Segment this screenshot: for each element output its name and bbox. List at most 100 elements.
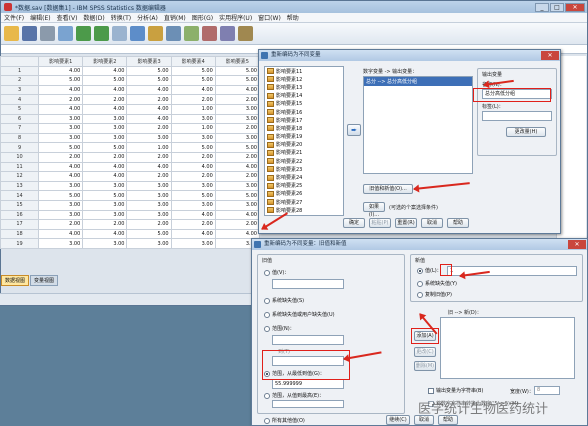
row-number[interactable]: 16 (0, 209, 40, 221)
data-cell[interactable]: 4.00 (82, 161, 128, 173)
old-new-close-button[interactable]: ✕ (568, 240, 586, 249)
data-cell[interactable]: 4.00 (82, 228, 128, 240)
variable-list-item[interactable]: 影响要素17 (265, 116, 343, 124)
new-system-missing-radio[interactable]: 系统缺失值(Y) (417, 280, 457, 287)
data-cell[interactable]: 1.00 (170, 123, 216, 134)
data-cell[interactable]: 4.00 (170, 228, 216, 240)
data-cell[interactable]: 2.00 (214, 151, 261, 163)
range-highest-radio[interactable]: 范围，从值到最高(E)： (264, 392, 324, 399)
row-number[interactable]: 4 (0, 94, 40, 105)
data-cell[interactable]: 4.00 (170, 209, 216, 221)
old-value-field[interactable] (272, 279, 344, 289)
menu-help[interactable]: 帮助 (287, 13, 299, 22)
data-cell[interactable]: 3.00 (170, 199, 216, 211)
data-cell[interactable]: 2.00 (82, 219, 128, 230)
menu-file[interactable]: 文件(F) (4, 13, 24, 22)
data-cell[interactable]: 3.00 (38, 238, 84, 249)
variable-list-item[interactable]: 影响要素16 (265, 108, 343, 116)
data-cell[interactable]: 3.00 (82, 123, 128, 134)
range-highest-field[interactable] (272, 400, 344, 408)
data-cell[interactable]: 3.00 (126, 209, 172, 221)
data-cell[interactable]: 2.00 (82, 94, 128, 105)
move-variable-button[interactable]: ➨ (347, 124, 361, 136)
data-cell[interactable]: 4.00 (126, 84, 172, 96)
data-cell[interactable]: 4.00 (82, 103, 128, 115)
open-folder-icon[interactable] (4, 26, 19, 41)
variable-list-item[interactable]: 影响要素27 (265, 198, 343, 206)
data-cell[interactable]: 5.00 (38, 190, 84, 201)
data-cell[interactable]: 3.00 (38, 132, 84, 144)
reset-button[interactable]: 重置(R) (395, 218, 417, 228)
print-icon[interactable] (40, 26, 55, 41)
menu-transform[interactable]: 转换(T) (111, 13, 131, 22)
data-cell[interactable]: 3.00 (38, 199, 84, 211)
row-number[interactable]: 1 (0, 65, 40, 77)
data-cell[interactable]: 5.00 (170, 190, 216, 201)
variable-list-item[interactable]: 影响要素21 (265, 149, 343, 157)
data-cell[interactable]: 5.00 (214, 65, 261, 77)
variable-list-item[interactable]: 影响要素23 (265, 165, 343, 173)
data-cell[interactable]: 3.00 (170, 113, 216, 125)
data-cell[interactable]: 5.00 (126, 75, 172, 86)
data-cell[interactable]: 3.00 (214, 180, 261, 192)
minimize-button[interactable]: _ (535, 2, 549, 12)
data-cell[interactable]: 4.00 (170, 84, 216, 96)
data-cell[interactable]: 4.00 (38, 65, 84, 77)
row-number[interactable]: 2 (0, 75, 40, 86)
range-radio[interactable]: 范围(N)： (264, 325, 295, 332)
data-cell[interactable]: 2.00 (126, 171, 172, 182)
row-number[interactable]: 14 (0, 190, 40, 201)
data-cell[interactable]: 5.00 (82, 190, 128, 201)
data-cell[interactable]: 2.00 (126, 94, 172, 105)
remove-button[interactable]: 删除(M) (414, 361, 436, 371)
variable-list-item[interactable]: 影响要素29 (265, 214, 343, 215)
data-cell[interactable]: 3.00 (82, 199, 128, 211)
data-cell[interactable]: 3.00 (214, 132, 261, 144)
variable-list-item[interactable]: 影响要素20 (265, 141, 343, 149)
data-cell[interactable]: 3.00 (214, 103, 261, 115)
data-cell[interactable]: 2.00 (38, 94, 84, 105)
data-cell[interactable]: 4.00 (126, 113, 172, 125)
tab-data-view[interactable]: 数据视图 (1, 275, 30, 286)
variable-list-item[interactable]: 影响要素18 (265, 124, 343, 132)
data-cell[interactable]: 2.00 (38, 219, 84, 230)
row-number[interactable]: 6 (0, 113, 40, 125)
column-header[interactable]: 影响要素4 (170, 56, 216, 67)
variable-list-item[interactable]: 影响要素19 (265, 133, 343, 141)
variable-list-item[interactable]: 影响要素12 (265, 75, 343, 83)
find-icon[interactable] (166, 26, 181, 41)
ok-button[interactable]: 确定 (343, 218, 365, 228)
data-cell[interactable]: 2.00 (170, 171, 216, 182)
row-number[interactable]: 11 (0, 161, 40, 173)
dialog-recall-icon[interactable] (58, 26, 73, 41)
data-cell[interactable]: 2.00 (82, 151, 128, 163)
variable-list-item[interactable]: 影响要素28 (265, 206, 343, 214)
row-number[interactable]: 17 (0, 219, 40, 230)
data-cell[interactable]: 1.00 (170, 103, 216, 115)
data-cell[interactable]: 4.00 (38, 171, 84, 182)
variables-icon[interactable] (148, 26, 163, 41)
data-cell[interactable]: 3.00 (38, 123, 84, 134)
menu-graphs[interactable]: 图形(G) (192, 13, 213, 22)
menu-analyze[interactable]: 分析(A) (137, 13, 158, 22)
menu-data[interactable]: 数据(D) (83, 13, 104, 22)
data-cell[interactable]: 2.00 (170, 151, 216, 163)
paste-button[interactable]: 粘贴(P) (369, 218, 391, 228)
old-new-values-button[interactable]: 旧值和新值(O)... (363, 184, 413, 194)
data-cell[interactable]: 4.00 (38, 161, 84, 173)
go-to-case-icon[interactable] (112, 26, 127, 41)
data-cell[interactable]: 3.00 (126, 190, 172, 201)
data-cell[interactable]: 3.00 (126, 132, 172, 144)
data-cell[interactable]: 3.00 (170, 132, 216, 144)
variable-list-item[interactable]: 影响要素15 (265, 100, 343, 108)
row-number[interactable]: 12 (0, 171, 40, 182)
menu-window[interactable]: 窗口(W) (258, 13, 281, 22)
data-cell[interactable]: 5.00 (126, 228, 172, 240)
go-to-variable-icon[interactable] (130, 26, 145, 41)
data-cell[interactable]: 5.00 (214, 190, 261, 201)
row-number[interactable]: 8 (0, 132, 40, 144)
data-cell[interactable]: 2.00 (170, 219, 216, 230)
row-number[interactable]: 5 (0, 103, 40, 115)
undo-icon[interactable] (76, 26, 91, 41)
menu-direct-marketing[interactable]: 直销(M) (164, 13, 186, 22)
